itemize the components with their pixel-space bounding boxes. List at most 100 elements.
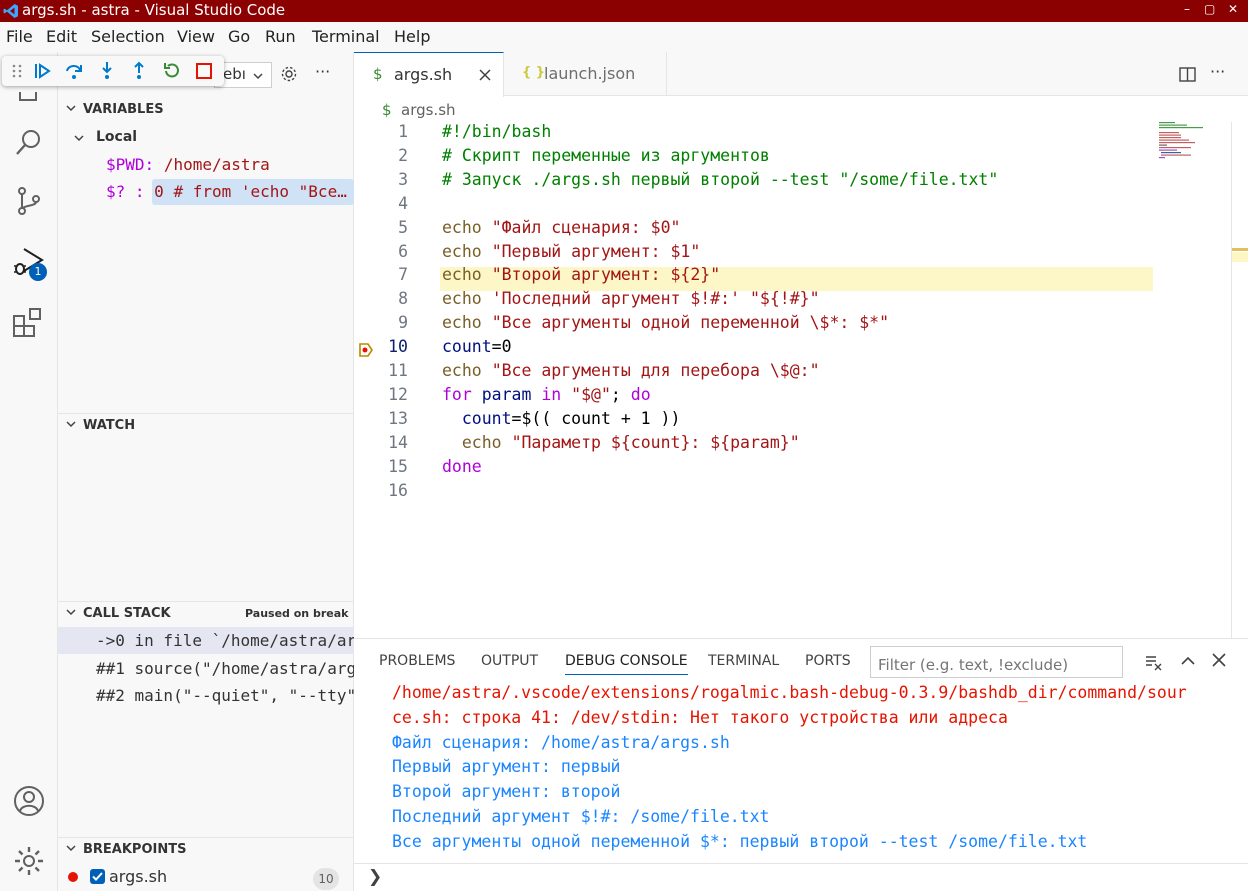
console-line: ce.sh: строка 41: /dev/stdin: Нет такого… [392,707,1008,727]
restore-button[interactable]: ▢ [1204,2,1215,16]
line-number[interactable]: 11 [354,361,408,380]
account-icon[interactable] [12,784,46,818]
line-number[interactable]: 5 [354,218,408,237]
line-number[interactable]: 12 [354,385,408,404]
line-number[interactable]: 7 [354,265,408,284]
code-line[interactable]: echo "Второй аргумент: ${2}" [442,265,720,284]
stop-icon[interactable] [194,61,214,81]
source-control-icon[interactable] [12,184,46,218]
clear-console-icon[interactable] [1145,653,1163,671]
variable-name: $PWD: [106,155,155,174]
activity-bar: 1 [0,52,58,891]
shell-file-icon: $ [373,65,383,83]
step-over-icon[interactable] [64,61,84,81]
stack-frame[interactable]: ##2 main("--quiet", "--tty" [96,686,354,705]
tab-args-sh[interactable]: $ args.sh [354,52,504,97]
watch-section-header[interactable]: WATCH [58,413,354,437]
console-line: Второй аргумент: второй [392,782,621,802]
minimize-button[interactable]: – [1184,2,1190,16]
breakpoint-stopped-icon[interactable] [358,342,374,358]
tab-debug-console[interactable]: DEBUG CONSOLE [565,653,688,675]
step-into-icon[interactable] [97,61,117,81]
menu-selection[interactable]: Selection [91,27,165,46]
tab-label: args.sh [394,65,453,84]
tab-problems[interactable]: PROBLEMS [379,653,455,669]
settings-gear-icon[interactable] [280,65,298,83]
minimap[interactable] [1159,122,1219,162]
code-line[interactable]: echo 'Последний аргумент $!#:' "${!#}" [442,289,820,308]
split-editor-icon[interactable] [1179,66,1196,83]
line-number[interactable]: 9 [354,313,408,332]
code-line[interactable]: echo "Файл сценария: $0" [442,218,680,237]
menu-file[interactable]: File [6,27,33,46]
menu-run[interactable]: Run [265,27,296,46]
menu-view[interactable]: View [177,27,215,46]
line-number[interactable]: 1 [354,122,408,141]
chevron-down-icon [66,845,76,852]
line-number[interactable]: 15 [354,457,408,476]
code-line[interactable]: echo "Параметр ${count}: ${param}" [442,433,800,452]
console-prompt-icon: ❯ [368,867,383,887]
code-line[interactable]: count=$(( count + 1 )) [442,409,681,428]
console-filter-input[interactable] [870,646,1123,678]
code-line[interactable]: echo "Все аргументы одной переменной \$*… [442,313,889,332]
console-input[interactable]: ❯ [354,863,1248,892]
code-line[interactable]: echo "Все аргументы для перебора \$@:" [442,361,820,380]
line-number[interactable]: 3 [354,170,408,189]
line-number[interactable]: 13 [354,409,408,428]
debug-toolbar [2,56,224,86]
tab-terminal[interactable]: TERMINAL [708,653,779,669]
drag-handle-icon[interactable] [9,61,25,81]
line-number[interactable]: 6 [354,242,408,261]
tab-ports[interactable]: PORTS [805,653,851,669]
checkmark-icon [92,872,103,881]
stack-frame[interactable]: ->0 in file `/home/astra/ar [96,631,354,650]
close-icon[interactable] [479,69,491,81]
code-line[interactable]: for param in "$@"; do [442,385,651,404]
breakpoint-file[interactable]: args.sh [109,867,167,886]
breakpoint-checkbox[interactable] [90,869,105,884]
manage-gear-icon[interactable] [12,844,46,878]
search-icon[interactable] [12,126,46,160]
code-line[interactable]: # Запуск ./args.sh первый второй --test … [442,170,998,189]
line-number[interactable]: 16 [354,481,408,500]
menu-go[interactable]: Go [228,27,250,46]
step-out-icon[interactable] [129,61,149,81]
stack-frame[interactable]: ##1 source("/home/astra/arg [96,659,354,678]
line-number[interactable]: 8 [354,289,408,308]
restart-icon[interactable] [162,61,182,81]
editor-area: $ args.sh { } launch.json ··· $ args.sh … [354,52,1248,638]
code-line[interactable]: count=0 [442,337,512,356]
menu-help[interactable]: Help [394,27,430,46]
line-number[interactable]: 14 [354,433,408,452]
code-line[interactable]: done [442,457,482,476]
variable-row[interactable]: $PWD: /home/astra [106,155,270,174]
code-line[interactable]: echo "Первый аргумент: $1" [442,242,700,261]
editor-more-actions-icon[interactable]: ··· [1210,62,1225,81]
callstack-section-header[interactable]: CALL STACK Paused on break [58,601,354,625]
close-window-button[interactable]: ✕ [1228,2,1238,16]
breadcrumb[interactable]: args.sh [401,101,456,119]
chevron-down-icon [66,609,76,616]
breakpoints-section-header[interactable]: BREAKPOINTS [58,837,354,861]
code-line[interactable]: # Скрипт переменные из аргументов [442,146,770,165]
menu-terminal[interactable]: Terminal [312,27,380,46]
menu-edit[interactable]: Edit [46,27,77,46]
watch-title: WATCH [83,418,136,433]
tab-launch-json[interactable]: { } launch.json [505,52,667,96]
extensions-icon[interactable] [12,306,46,340]
chevron-down-icon [253,73,263,80]
line-number[interactable]: 4 [354,194,408,213]
maximize-panel-icon[interactable] [1180,653,1196,669]
more-actions-icon[interactable]: ··· [315,62,330,81]
line-number[interactable]: 2 [354,146,408,165]
callstack-title: CALL STACK [83,606,171,621]
breakpoints-title: BREAKPOINTS [83,842,187,857]
code-line[interactable]: #!/bin/bash [442,122,551,141]
tab-output[interactable]: OUTPUT [481,653,538,669]
variable-row[interactable]: $? : 0 # from 'echo "Все… [106,182,347,201]
close-panel-icon[interactable] [1212,653,1226,667]
continue-icon[interactable] [32,61,52,81]
variables-section-header[interactable]: VARIABLES [58,98,354,122]
console-line: /home/astra/.vscode/extensions/rogalmic.… [392,683,1187,702]
